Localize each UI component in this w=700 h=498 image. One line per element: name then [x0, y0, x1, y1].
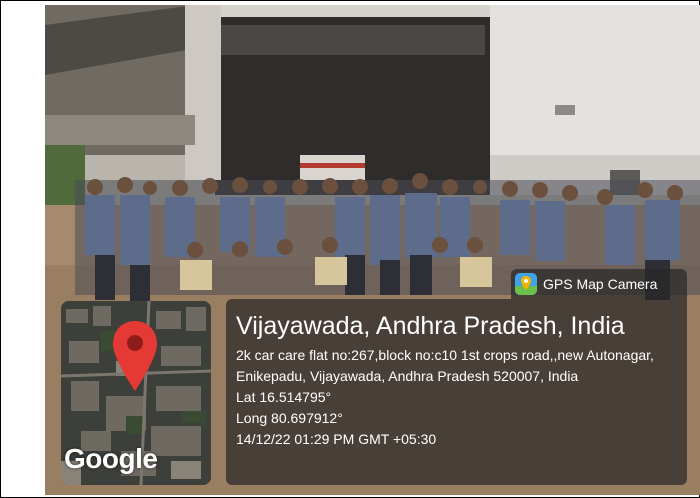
location-address: 2k car care flat no:267,block no:c10 1st…: [236, 347, 654, 384]
satellite-minimap: Google: [61, 301, 211, 485]
map-pin-icon: [515, 273, 537, 295]
latitude: Lat 16.514795°: [236, 389, 332, 405]
google-logo: Google: [64, 443, 158, 474]
badge-label: GPS Map Camera: [543, 276, 658, 292]
location-title: Vijayawada, Andhra Pradesh, India: [236, 312, 625, 340]
gps-map-camera-badge: GPS Map Camera: [511, 269, 687, 299]
image-frame: Google GPS Map Camera Vijayawada, Andhra…: [0, 0, 700, 498]
longitude: Long 80.697912°: [236, 410, 343, 426]
location-info-panel: Vijayawada, Andhra Pradesh, India 2k car…: [226, 299, 687, 485]
timestamp: 14/12/22 01:29 PM GMT +05:30: [236, 431, 437, 447]
